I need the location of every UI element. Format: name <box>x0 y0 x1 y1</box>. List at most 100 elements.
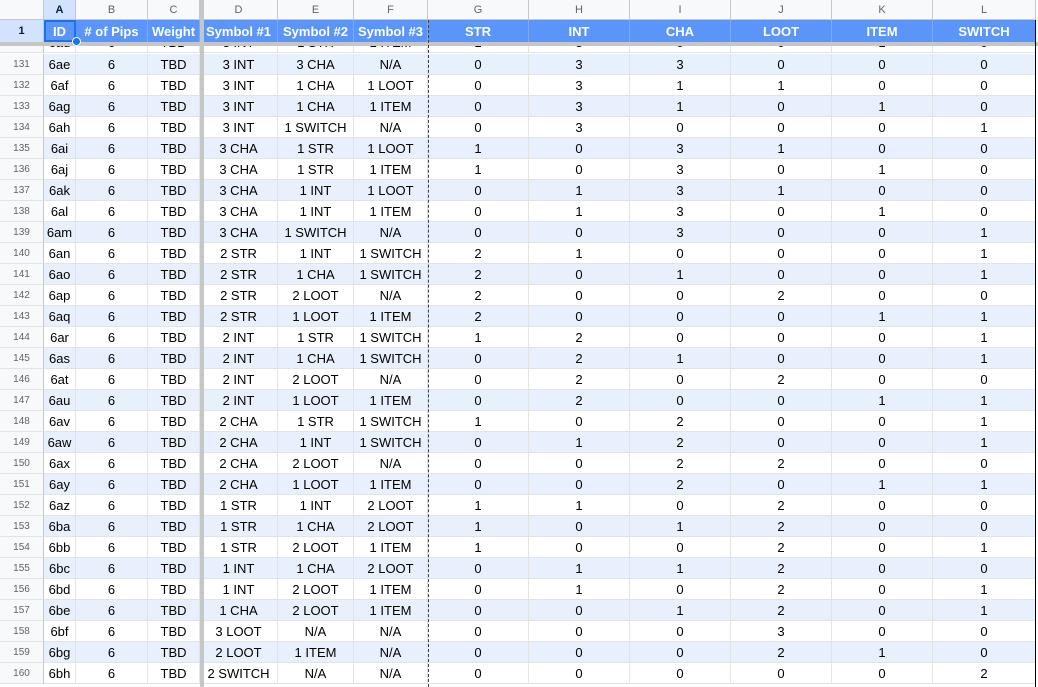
cell[interactable]: 1 <box>428 516 529 537</box>
column-header-i[interactable]: I <box>630 0 731 20</box>
cell[interactable]: 0 <box>630 390 731 411</box>
row-number[interactable]: 157 <box>0 600 44 621</box>
cell[interactable]: 0 <box>933 138 1036 159</box>
cell[interactable]: 0 <box>529 474 630 495</box>
cell[interactable]: 0 <box>529 663 630 684</box>
cell[interactable]: 1 <box>630 600 731 621</box>
selection-fill-handle[interactable] <box>72 37 81 46</box>
cell[interactable]: 6 <box>76 138 148 159</box>
cell[interactable]: 6av <box>44 411 76 432</box>
header-cell-int[interactable]: INT <box>529 20 630 42</box>
cell[interactable]: 0 <box>731 117 832 138</box>
cell[interactable]: 2 CHA <box>200 453 278 474</box>
cell[interactable]: 1 <box>832 306 933 327</box>
cell[interactable]: 1 <box>630 348 731 369</box>
header-cell-loot[interactable]: LOOT <box>731 20 832 42</box>
cell[interactable]: 1 STR <box>200 537 278 558</box>
cell[interactable]: 0 <box>933 96 1036 117</box>
cell[interactable]: 0 <box>832 222 933 243</box>
cell[interactable]: 6 <box>76 663 148 684</box>
cell[interactable]: 3 <box>529 54 630 75</box>
header-cell-weight[interactable]: Weight <box>148 20 200 42</box>
cell[interactable]: 1 <box>428 495 529 516</box>
cell[interactable]: 0 <box>428 180 529 201</box>
cell[interactable]: 1 LOOT <box>354 75 428 96</box>
cell[interactable]: 2 CHA <box>200 432 278 453</box>
cell[interactable]: 1 INT <box>200 558 278 579</box>
row-number[interactable]: 151 <box>0 474 44 495</box>
cell[interactable]: 6at <box>44 369 76 390</box>
row-number-1[interactable]: 1 <box>0 20 44 42</box>
cell[interactable]: 1 <box>428 327 529 348</box>
column-header-h[interactable]: H <box>529 0 630 20</box>
row-number[interactable]: 143 <box>0 306 44 327</box>
cell[interactable]: 1 <box>529 201 630 222</box>
cell[interactable]: 2 <box>529 327 630 348</box>
cell[interactable]: 0 <box>832 264 933 285</box>
cell[interactable]: 6bh <box>44 663 76 684</box>
cell[interactable]: 0 <box>630 369 731 390</box>
cell[interactable]: TBD <box>148 495 200 516</box>
cell[interactable]: 6ax <box>44 453 76 474</box>
cell[interactable]: 1 CHA <box>200 600 278 621</box>
cell[interactable]: 2 <box>529 348 630 369</box>
cell[interactable]: 3 <box>630 201 731 222</box>
cell[interactable]: 1 LOOT <box>278 390 354 411</box>
cell[interactable]: 1 CHA <box>278 75 354 96</box>
cell[interactable]: 0 <box>933 54 1036 75</box>
cell[interactable]: 2 STR <box>200 264 278 285</box>
cell[interactable]: 0 <box>428 348 529 369</box>
row-number[interactable]: 159 <box>0 642 44 663</box>
cell[interactable]: 3 <box>630 138 731 159</box>
cell[interactable]: 1 <box>428 537 529 558</box>
cell[interactable]: 1 <box>933 306 1036 327</box>
cell[interactable]: 0 <box>832 180 933 201</box>
cell[interactable]: 6 <box>76 495 148 516</box>
cell[interactable]: 3 CHA <box>200 159 278 180</box>
cell[interactable]: 0 <box>933 201 1036 222</box>
cell[interactable]: 2 <box>731 600 832 621</box>
cell[interactable]: 6 <box>76 474 148 495</box>
cell[interactable]: 0 <box>731 222 832 243</box>
cell[interactable]: 1 INT <box>278 495 354 516</box>
cell[interactable]: 1 <box>630 264 731 285</box>
cell[interactable]: 3 <box>630 54 731 75</box>
cell[interactable]: 6ba <box>44 516 76 537</box>
cell[interactable]: 6 <box>76 453 148 474</box>
cell[interactable]: N/A <box>354 642 428 663</box>
cell[interactable]: 2 INT <box>200 348 278 369</box>
cell[interactable]: 3 <box>731 621 832 642</box>
cell[interactable]: 0 <box>731 390 832 411</box>
cell[interactable]: 1 <box>933 390 1036 411</box>
cell[interactable]: 1 INT <box>278 243 354 264</box>
cell[interactable]: 0 <box>529 159 630 180</box>
cell[interactable]: 0 <box>933 369 1036 390</box>
cell[interactable]: 6 <box>76 390 148 411</box>
cell[interactable]: 1 <box>529 180 630 201</box>
cell[interactable]: 6an <box>44 243 76 264</box>
cell[interactable]: 1 <box>630 75 731 96</box>
cell[interactable]: 6ar <box>44 327 76 348</box>
cell[interactable]: 0 <box>832 369 933 390</box>
row-number[interactable]: 141 <box>0 264 44 285</box>
cell[interactable]: 0 <box>529 264 630 285</box>
cell[interactable]: 0 <box>731 663 832 684</box>
cell[interactable]: TBD <box>148 474 200 495</box>
cell[interactable]: 2 INT <box>200 390 278 411</box>
cell[interactable]: 3 <box>630 222 731 243</box>
header-cell-symbol-3[interactable]: Symbol #3 <box>354 20 428 42</box>
cell[interactable]: N/A <box>354 621 428 642</box>
cell[interactable]: TBD <box>148 327 200 348</box>
column-header-l[interactable]: L <box>933 0 1036 20</box>
cell[interactable]: TBD <box>148 201 200 222</box>
cell[interactable]: TBD <box>148 222 200 243</box>
cell[interactable]: 1 ITEM <box>354 46 428 53</box>
cell[interactable]: 0 <box>832 138 933 159</box>
cell[interactable]: 1 <box>933 600 1036 621</box>
cell[interactable]: 1 ITEM <box>354 96 428 117</box>
cell[interactable]: 0 <box>731 264 832 285</box>
cell[interactable]: 6 <box>76 159 148 180</box>
cell[interactable]: 0 <box>731 327 832 348</box>
cell[interactable]: 1 INT <box>278 432 354 453</box>
cell[interactable]: 2 <box>428 243 529 264</box>
